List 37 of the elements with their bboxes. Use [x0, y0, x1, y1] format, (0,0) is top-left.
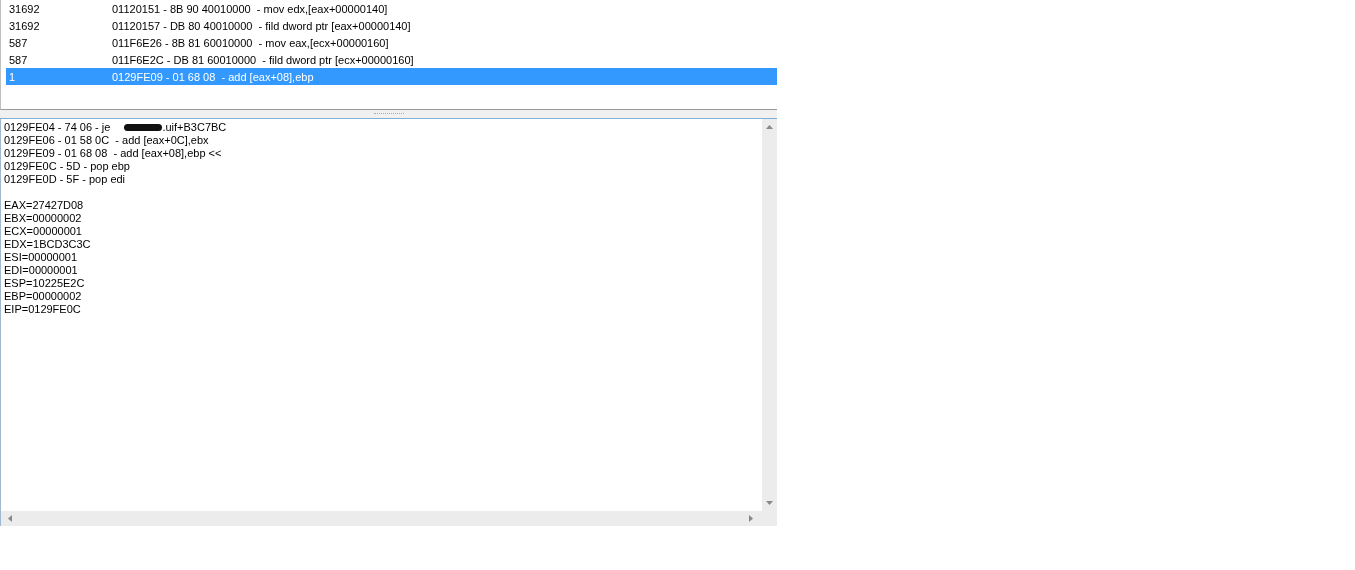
scroll-up-icon[interactable]: [766, 125, 773, 129]
register-line: ECX=00000001: [4, 225, 83, 238]
code-line: 0129FE09 - 01 68 08 - add [eax+08],ebp <<: [4, 147, 223, 160]
count-text: 31692: [8, 19, 41, 32]
scroll-down-icon[interactable]: [766, 501, 773, 505]
symbol-text: .uif+B3C7BC: [162, 121, 227, 134]
instruction-text: 01120151 - 8B 90 40010000 - mov edx,[eax+00000140]: [112, 2, 388, 15]
register-line: EBP=00000002: [4, 290, 83, 303]
list-row[interactable]: 31692 01120151 - 8B 90 40010000 - mov edx,[eax+00000140]: [6, 0, 777, 17]
register-line: ESI=00000001: [4, 251, 79, 264]
redaction-mark: [124, 124, 163, 131]
register-line: EAX=27427D08: [4, 199, 85, 212]
instruction-text: 0129FE09 - 01 68 08 - add [eax+08],ebp: [112, 70, 314, 83]
code-line: 0129FE0D - 5F - pop edi: [4, 173, 127, 186]
scroll-left-icon[interactable]: [8, 515, 12, 522]
register-line: EDX=1BCD3C3C: [4, 238, 92, 251]
splitter-handle[interactable]: [0, 110, 777, 119]
code-line: 0129FE04 - 74 06 - je: [4, 121, 111, 134]
code-line: 0129FE0C - 5D - pop ebp: [4, 160, 131, 173]
horizontal-scrollbar[interactable]: [1, 511, 777, 526]
code-line: 0129FE06 - 01 58 0C - add [eax+0C],ebx: [4, 134, 210, 147]
instruction-text: 011F6E26 - 8B 81 60010000 - mov eax,[ecx+00000160]: [112, 36, 389, 49]
register-line: EIP=0129FE0C: [4, 303, 82, 316]
list-row[interactable]: 587 011F6E2C - DB 81 60010000 - fild dword ptr [ecx+00000160]: [6, 51, 777, 68]
scroll-right-icon[interactable]: [749, 515, 753, 522]
instruction-text: 011F6E2C - DB 81 60010000 - fild dword ptr [ecx+00000160]: [112, 53, 414, 66]
register-line: EBX=00000002: [4, 212, 83, 225]
count-text: 587: [8, 36, 29, 49]
list-row[interactable]: 587 011F6E26 - 8B 81 60010000 - mov eax,[ecx+00000160]: [6, 34, 777, 51]
instruction-text: 01120157 - DB 80 40010000 - fild dword ptr [eax+00000140]: [112, 19, 411, 32]
register-line: ESP=10225E2C: [4, 277, 86, 290]
count-text: 1: [8, 70, 17, 83]
register-line: EDI=00000001: [4, 264, 79, 277]
list-row[interactable]: 31692 01120157 - DB 80 40010000 - fild dword ptr [eax+00000140]: [6, 17, 777, 34]
count-text: 587: [8, 53, 29, 66]
vertical-scrollbar[interactable]: [762, 119, 777, 511]
count-text: 31692: [8, 2, 41, 15]
